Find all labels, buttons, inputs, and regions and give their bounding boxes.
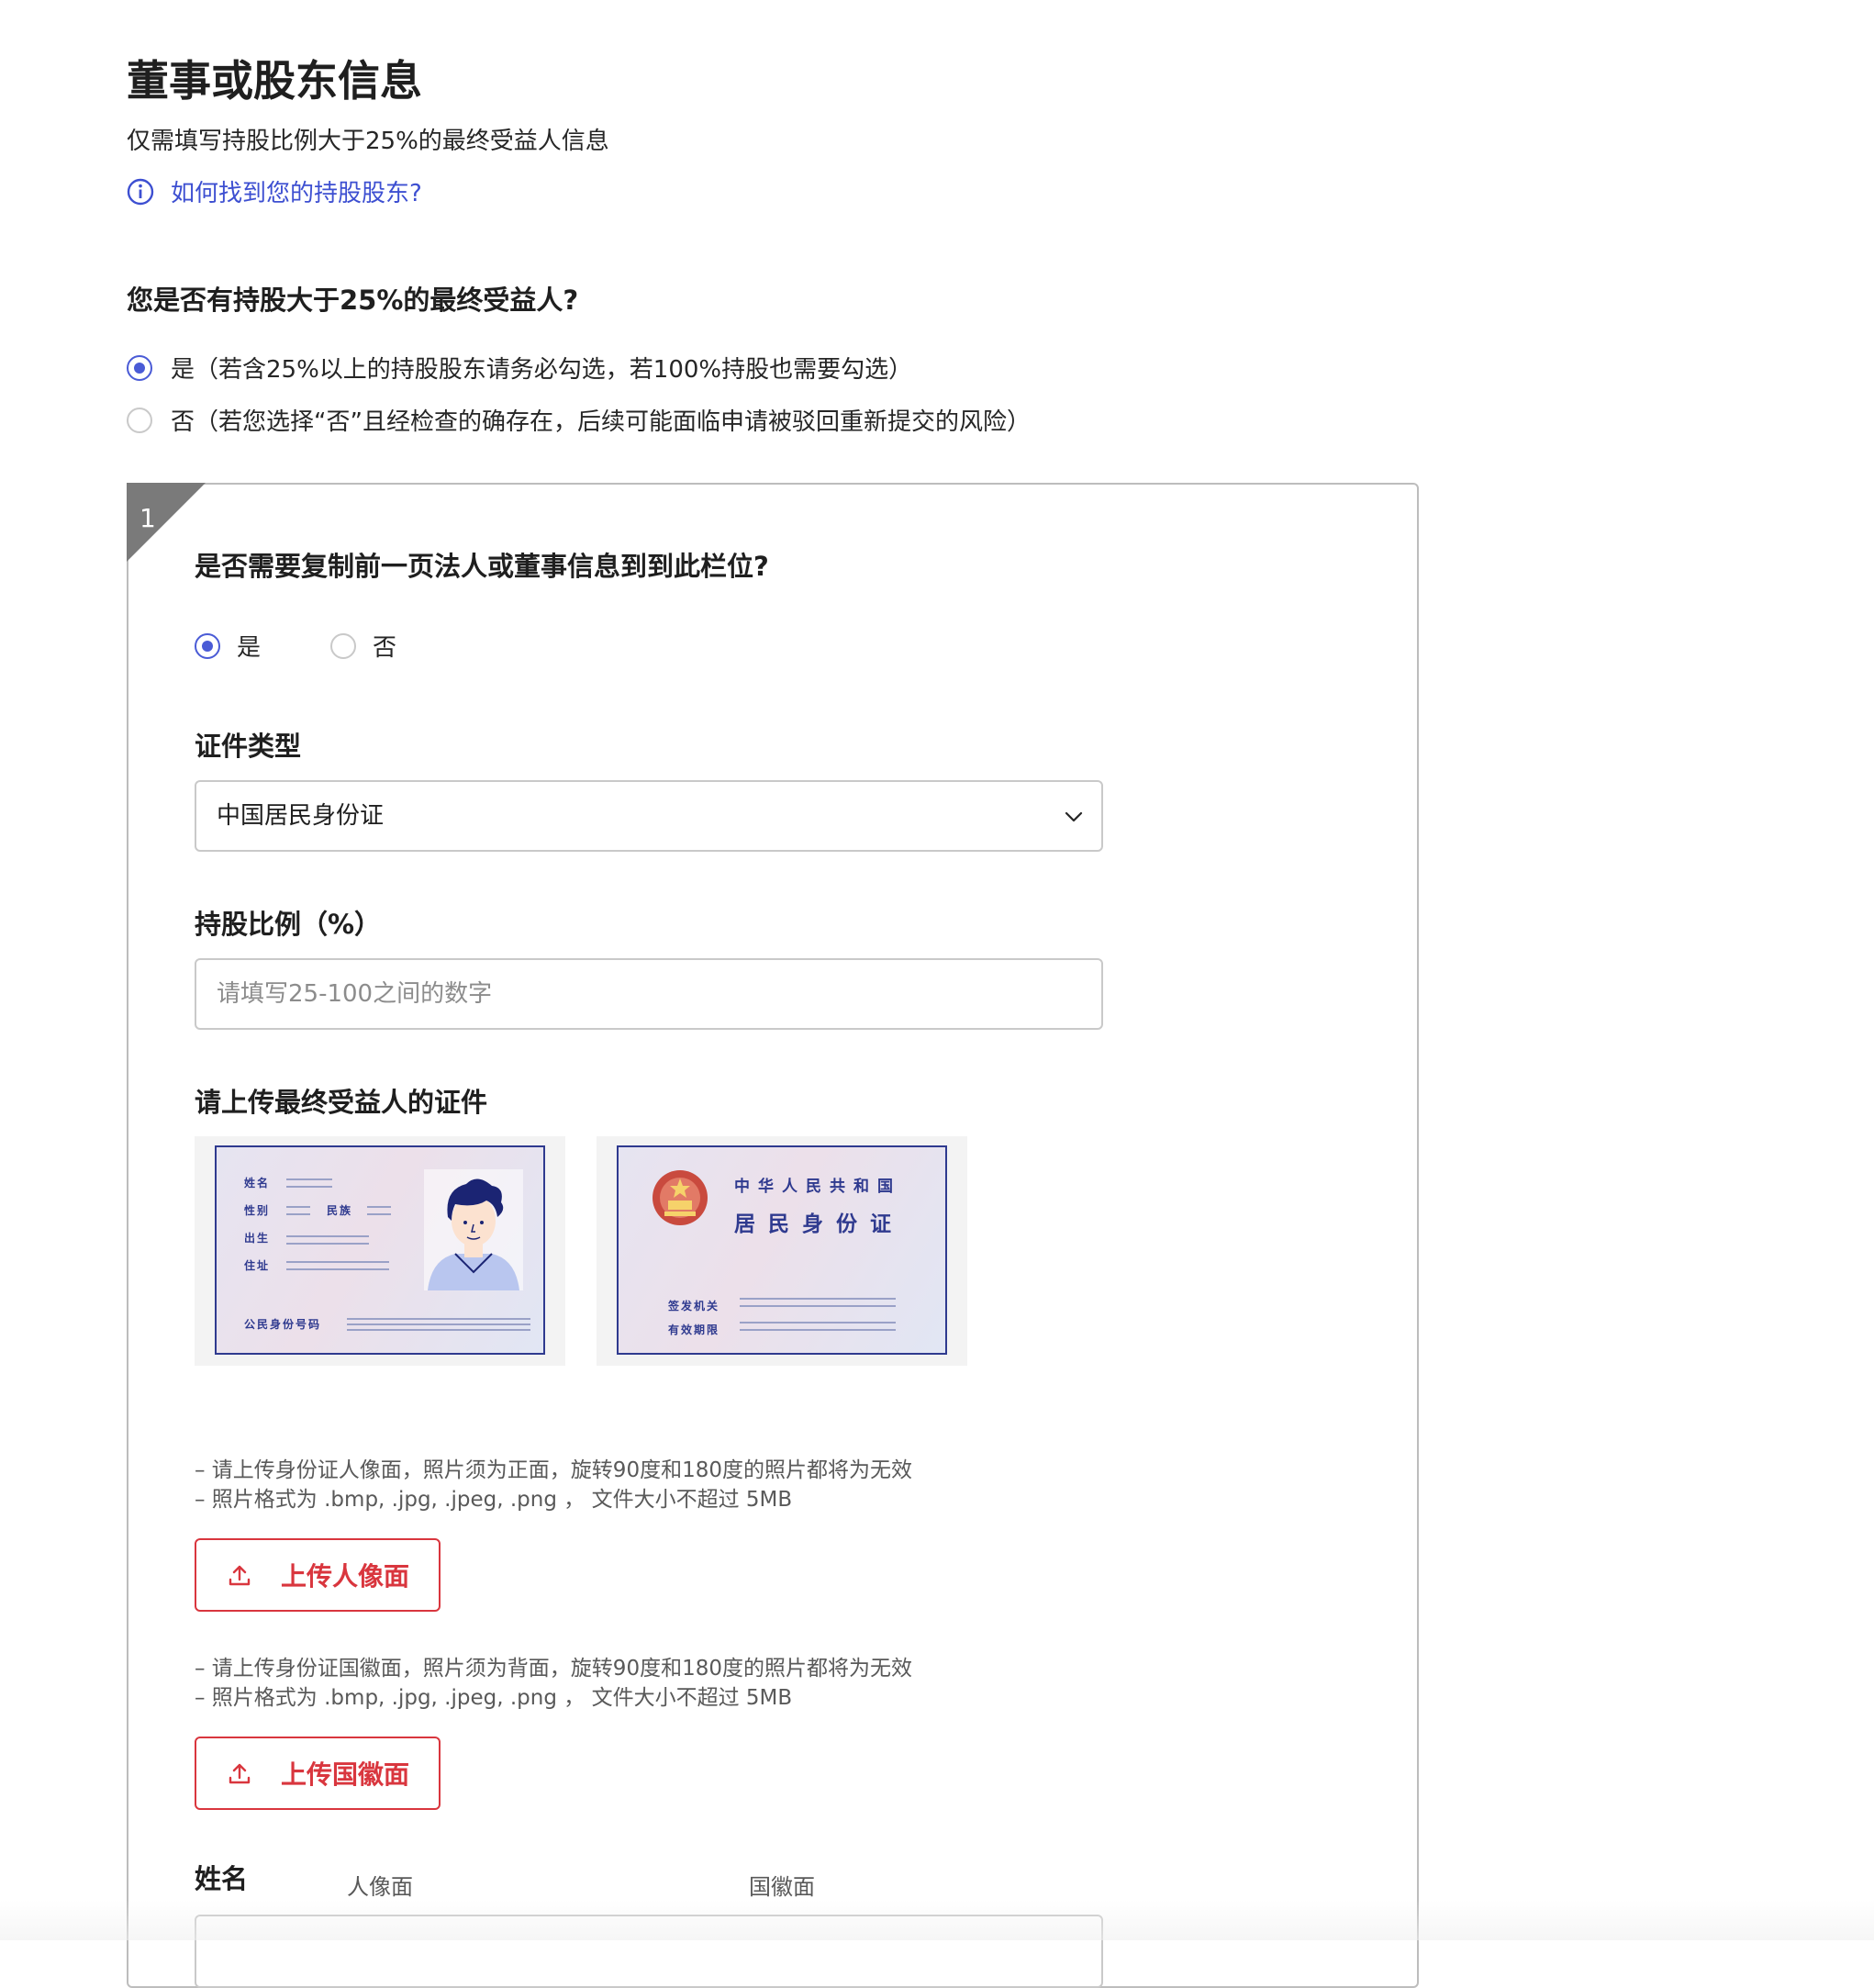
copy-info-question: 是否需要复制前一页法人或董事信息到到此栏位?: [195, 551, 769, 582]
id-back-caption: 国徽面: [749, 1874, 815, 1900]
id-front-caption: 人像面: [347, 1874, 413, 1900]
id-front-field: 民族: [327, 1204, 353, 1217]
copy-no-label: 否: [373, 634, 397, 662]
upload-icon: [229, 1763, 251, 1784]
back-upload-hint: – 照片格式为 .bmp, .jpg, .jpeg, .png ， 文件大小不超…: [195, 1686, 793, 1710]
id-back-subtitle: 居民身份证: [734, 1212, 904, 1236]
beneficiary-no-radio[interactable]: [127, 407, 152, 433]
id-front-sample: 姓名 性别 民族 出生 住址 公民身份号码: [195, 1136, 565, 1366]
info-icon: [127, 178, 154, 205]
national-emblem-icon: [653, 1170, 708, 1225]
upload-front-button[interactable]: 上传人像面: [195, 1538, 441, 1612]
id-front-illustration: 姓名 性别 民族 出生 住址 公民身份号码: [215, 1145, 545, 1355]
page-title: 董事或股东信息: [127, 56, 422, 106]
copy-info-radio-group: 是 否: [195, 629, 466, 663]
id-front-field: 姓名: [244, 1177, 271, 1189]
beneficiary-yes-option[interactable]: 是（若含25%以上的持股股东请务必勾选，若100%持股也需要勾选）: [127, 351, 912, 385]
upload-back-button[interactable]: 上传国徽面: [195, 1737, 441, 1810]
upload-front-label: 上传人像面: [280, 1561, 409, 1592]
id-back-sample: 中华人民共和国 居民身份证 签发机关 有效期限: [597, 1136, 967, 1366]
copy-yes-radio[interactable]: [195, 632, 220, 659]
beneficiary-yes-radio[interactable]: [127, 354, 152, 381]
copy-no-option[interactable]: 否: [330, 629, 396, 663]
name-label: 姓名: [195, 1863, 249, 1894]
chevron-down-icon: [1065, 811, 1083, 822]
id-back-field: 有效期限: [668, 1323, 720, 1336]
beneficiary-no-label: 否（若您选择“否”且经检查的确存在，后续可能面临申请被驳回重新提交的风险）: [171, 408, 1031, 436]
share-ratio-input[interactable]: [196, 960, 1101, 1028]
beneficiary-yes-label: 是（若含25%以上的持股股东请务必勾选，若100%持股也需要勾选）: [171, 356, 913, 384]
help-link-text[interactable]: 如何找到您的持股股东?: [171, 174, 422, 208]
id-type-value: 中国居民身份证: [217, 802, 385, 830]
upload-icon: [229, 1565, 251, 1586]
id-front-field: 出生: [244, 1232, 271, 1245]
front-upload-hint: – 照片格式为 .bmp, .jpg, .jpeg, .png ， 文件大小不超…: [195, 1488, 793, 1512]
upload-back-label: 上传国徽面: [280, 1759, 409, 1790]
id-type-label: 证件类型: [195, 731, 302, 762]
beneficiary-question: 您是否有持股大于25%的最终受益人?: [127, 285, 579, 316]
id-back-field: 签发机关: [668, 1300, 720, 1312]
id-front-field: 公民身份号码: [244, 1318, 322, 1331]
id-back-title: 中华人民共和国: [734, 1178, 901, 1196]
copy-yes-option[interactable]: 是: [195, 629, 261, 663]
share-ratio-field[interactable]: [195, 958, 1103, 1030]
copy-yes-label: 是: [237, 634, 262, 662]
card-index: 1: [139, 503, 156, 533]
find-shareholder-help-link[interactable]: 如何找到您的持股股东?: [127, 174, 422, 208]
beneficiary-card: 1 是否需要复制前一页法人或董事信息到到此栏位? 是 否 证件类型 中国居民身份…: [127, 483, 1419, 1988]
scroll-fade: [0, 1900, 1874, 1940]
id-front-field: 性别: [244, 1204, 271, 1217]
beneficiary-no-option[interactable]: 否（若您选择“否”且经检查的确存在，后续可能面临申请被驳回重新提交的风险）: [127, 403, 1031, 437]
front-upload-hint: – 请上传身份证人像面，照片须为正面，旋转90度和180度的照片都将为无效: [195, 1458, 912, 1482]
share-ratio-label: 持股比例（%）: [195, 909, 382, 940]
copy-no-radio[interactable]: [330, 632, 357, 659]
portrait-avatar: [424, 1169, 523, 1290]
id-front-field: 住址: [244, 1259, 271, 1272]
back-upload-hint: – 请上传身份证国徽面，照片须为背面，旋转90度和180度的照片都将为无效: [195, 1657, 912, 1681]
id-back-illustration: 中华人民共和国 居民身份证 签发机关 有效期限: [617, 1145, 947, 1355]
page-subtitle: 仅需填写持股比例大于25%的最终受益人信息: [127, 128, 609, 155]
upload-id-label: 请上传最终受益人的证件: [195, 1087, 488, 1118]
id-type-select[interactable]: 中国居民身份证: [195, 780, 1103, 852]
